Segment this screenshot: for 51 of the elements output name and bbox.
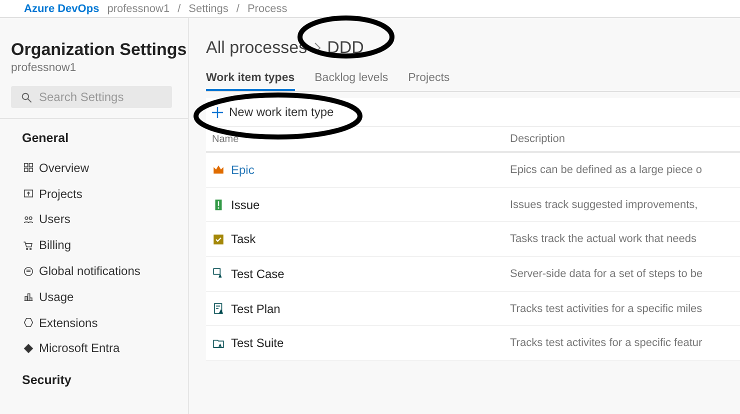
breadcrumb-link[interactable]: All processes <box>206 38 308 58</box>
nav-item[interactable]: Projects <box>0 180 188 207</box>
nav-item[interactable]: Extensions <box>0 310 188 336</box>
section-heading: General <box>22 131 70 145</box>
plus-icon <box>212 106 223 118</box>
upload-icon <box>23 188 34 200</box>
cart-icon <box>23 240 34 251</box>
diamond-icon <box>23 342 34 354</box>
work-item-type-name[interactable]: Test Plan <box>231 302 280 316</box>
table-cell: Epics can be defined as a large piece o <box>510 164 702 176</box>
bar-chart-icon <box>23 291 34 302</box>
tab[interactable]: Projects <box>408 70 450 91</box>
column-header: Name <box>212 134 239 144</box>
work-item-type-name[interactable]: Test Suite <box>231 336 284 350</box>
test-plan-icon <box>212 302 225 316</box>
work-item-type-name[interactable]: Epic <box>231 162 254 177</box>
breadcrumb-link[interactable]: professnow1 <box>107 2 170 14</box>
sidebar-title: Organization Settings <box>11 40 188 60</box>
product-name[interactable]: Azure DevOps <box>24 2 100 14</box>
nav-item[interactable]: Overview <box>0 155 188 181</box>
table-cell: Server-side data for a set of steps to be <box>510 268 703 280</box>
search-icon <box>21 92 32 103</box>
column-header: Description <box>510 133 566 145</box>
crown-icon <box>212 163 225 176</box>
process-name: DDD <box>327 38 364 58</box>
people-icon <box>23 214 34 225</box>
section-heading: Security <box>22 373 72 388</box>
chat-icon <box>23 266 34 277</box>
table-cell: Tasks track the actual work that needs <box>510 233 696 246</box>
nav-item[interactable]: Usage <box>0 284 188 310</box>
search-field[interactable]: Search Settings <box>11 86 172 108</box>
tab[interactable]: Work item types <box>206 70 295 91</box>
breadcrumb-link[interactable]: Settings <box>188 2 228 14</box>
breadcrumb-link[interactable]: Process <box>247 2 288 14</box>
nav-item[interactable]: Global notifications <box>0 258 188 284</box>
nav-item[interactable]: Billing <box>0 232 188 258</box>
grid-icon <box>23 162 34 174</box>
work-item-type-name[interactable]: Test Case <box>231 266 284 281</box>
checkbox-icon <box>212 232 225 246</box>
organization-name: professnow1 <box>11 62 78 74</box>
work-item-type-name[interactable]: Task <box>231 232 256 246</box>
nav-item[interactable]: Microsoft Entra <box>0 336 188 362</box>
hexagon-icon <box>23 317 34 328</box>
table-cell: Tracks test activities for a specific miles <box>510 302 702 315</box>
work-item-type-name[interactable]: Issue <box>231 198 260 212</box>
breadcrumb-separator: / <box>236 2 240 14</box>
breadcrumb-separator: / <box>178 2 181 14</box>
table-cell: Tracks test activites for a specific featur <box>510 337 702 350</box>
table-cell: Issues track suggested improvements, <box>510 198 698 211</box>
tab[interactable]: Backlog levels <box>314 70 388 91</box>
nav-item[interactable]: Users <box>0 206 188 232</box>
